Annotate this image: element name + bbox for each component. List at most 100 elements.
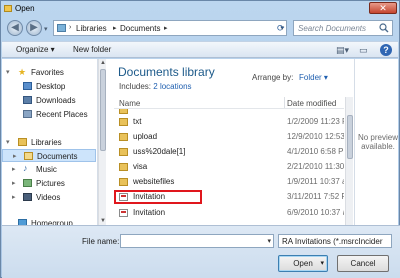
nav-libraries-label: Libraries <box>31 138 62 147</box>
chevron-right-icon[interactable]: ▸ <box>12 165 16 173</box>
folder-icon <box>119 133 128 141</box>
list-item[interactable]: visa 2/21/2010 11:30 <box>114 160 344 174</box>
forward-button[interactable]: ▶ <box>26 20 42 36</box>
nav-favorites[interactable]: ▾ Favorites ★ <box>2 66 96 79</box>
preview-message: No preview available. <box>357 133 398 151</box>
nav-item-videos[interactable]: ▸ Videos <box>2 191 96 204</box>
nav-item-downloads[interactable]: Downloads <box>2 94 96 107</box>
nav-item-label: Videos <box>36 193 61 202</box>
nav-item-music[interactable]: ▸ ♪ Music <box>2 163 96 176</box>
file-date: 3/11/2011 7:52 P <box>287 192 344 201</box>
preview-pane: No preview available. <box>354 59 398 225</box>
includes-label: Includes: <box>119 82 152 91</box>
scroll-up-icon[interactable]: ▲ <box>100 60 106 66</box>
organize-button[interactable]: Organize ▾ <box>16 45 55 54</box>
refresh-icon[interactable]: ⟳ <box>277 23 285 34</box>
column-header: Name Date modified <box>114 97 344 109</box>
document-icon <box>119 209 128 217</box>
recent-places-icon <box>23 110 32 118</box>
list-item[interactable]: websitefiles 1/9/2011 10:37 a <box>114 175 344 189</box>
command-bar: Organize ▾ New folder ▤▾ ▭ ? <box>2 41 398 58</box>
arrange-by-label: Arrange by: <box>252 73 294 82</box>
preview-pane-icon[interactable]: ▭ <box>359 45 368 56</box>
recent-locations-dropdown-icon[interactable]: ▾ <box>44 25 48 33</box>
nav-item-label: Desktop <box>36 82 66 91</box>
chevron-down-icon[interactable]: ▾ <box>6 68 10 76</box>
open-button-label: Open <box>293 259 313 268</box>
view-options-icon[interactable]: ▤▾ <box>336 45 349 56</box>
list-item[interactable]: txt 1/2/2009 11:23 P <box>114 115 344 129</box>
nav-item-documents[interactable]: ▸ Documents <box>2 149 96 162</box>
chevron-right-icon[interactable]: ▸ <box>13 152 17 160</box>
file-date: 12/9/2010 12:53 <box>287 132 344 141</box>
list-item[interactable]: Invitation 6/9/2010 10:37 a <box>114 206 344 220</box>
documents-icon <box>24 152 33 160</box>
search-placeholder: Search Documents <box>298 24 367 33</box>
content-area: ▾ Favorites ★ Desktop Downloads Recent P… <box>2 59 398 228</box>
nav-item-label: Documents <box>37 152 78 161</box>
list-item[interactable]: uss%20dale[1] 4/1/2010 6:58 PI <box>114 145 344 159</box>
arrange-by-dropdown[interactable]: Folder ▾ <box>299 73 328 82</box>
file-date: 4/1/2010 6:58 PI <box>287 147 344 156</box>
chevron-down-icon[interactable]: ▾ <box>6 138 10 146</box>
nav-item-desktop[interactable]: Desktop <box>2 80 96 93</box>
file-type-filter[interactable]: RA Invitations (*.msrcIncider <box>278 234 392 248</box>
file-name: Invitation <box>133 208 166 217</box>
folder-icon <box>119 118 128 126</box>
breadcrumb-libraries[interactable]: Libraries <box>76 24 107 33</box>
videos-icon <box>23 193 32 201</box>
file-type-value: RA Invitations (*.msrcIncider <box>282 237 383 246</box>
cancel-button[interactable]: Cancel <box>337 255 389 272</box>
nav-favorites-label: Favorites <box>31 68 64 77</box>
address-row: ◀ ▶ ▾ › Libraries ▸ Documents ▸ ▾ ⟳ Sear… <box>1 18 400 40</box>
nav-item-label: Pictures <box>36 179 65 188</box>
libraries-icon <box>18 138 27 146</box>
navigation-scrollbar[interactable]: ▲ ▼ <box>98 59 106 225</box>
chevron-right-icon[interactable]: ▸ <box>113 24 117 32</box>
locations-link[interactable]: 2 locations <box>153 82 191 91</box>
chevron-right-icon[interactable]: › <box>69 24 71 31</box>
chevron-right-icon[interactable]: ▸ <box>12 193 16 201</box>
nav-item-pictures[interactable]: ▸ Pictures <box>2 177 96 190</box>
open-dialog: Open ✕ ◀ ▶ ▾ › Libraries ▸ Documents ▸ ▾… <box>0 0 400 278</box>
scrollbar-thumb[interactable] <box>347 115 353 159</box>
file-name: uss%20dale[1] <box>133 147 186 156</box>
chevron-down-icon[interactable]: ▾ <box>267 237 271 245</box>
search-icon <box>379 23 389 33</box>
file-list: txt 1/2/2009 11:23 P upload 12/9/2010 12… <box>114 109 344 225</box>
window-title: Open <box>15 4 35 13</box>
folder-icon <box>4 5 12 12</box>
file-date: 6/9/2010 10:37 a <box>287 208 344 217</box>
file-name: websitefiles <box>133 177 175 186</box>
file-date: 1/9/2011 10:37 a <box>287 177 344 186</box>
date-column-header[interactable]: Date modified <box>287 99 336 108</box>
highlight-annotation <box>114 190 202 204</box>
chevron-right-icon[interactable]: ▸ <box>164 24 168 32</box>
back-button[interactable]: ◀ <box>7 20 23 36</box>
new-folder-button[interactable]: New folder <box>73 45 111 54</box>
downloads-icon <box>23 96 32 104</box>
nav-item-recent-places[interactable]: Recent Places <box>2 108 96 121</box>
address-bar[interactable]: › Libraries ▸ Documents ▸ ▾ <box>53 20 287 36</box>
name-column-header[interactable]: Name <box>119 99 140 108</box>
close-button[interactable]: ✕ <box>369 2 397 14</box>
navigation-pane: ▾ Favorites ★ Desktop Downloads Recent P… <box>2 59 98 228</box>
search-input[interactable]: Search Documents <box>293 20 393 36</box>
chevron-down-icon[interactable]: ▾ <box>320 256 324 271</box>
pictures-icon <box>23 179 32 187</box>
file-list-scrollbar[interactable] <box>345 97 353 225</box>
help-icon[interactable]: ? <box>380 44 392 56</box>
file-name-input[interactable]: ▾ <box>120 234 274 248</box>
list-item[interactable]: Invitation 3/11/2011 7:52 P <box>114 190 344 204</box>
library-includes: Includes: 2 locations <box>119 82 192 91</box>
list-item[interactable]: upload 12/9/2010 12:53 <box>114 130 344 144</box>
open-button[interactable]: Open ▾ <box>278 255 328 272</box>
column-divider[interactable] <box>284 97 285 108</box>
file-date: 2/21/2010 11:30 <box>287 162 344 171</box>
nav-libraries[interactable]: ▾ Libraries <box>2 136 96 149</box>
scroll-down-icon[interactable]: ▼ <box>100 218 106 224</box>
chevron-right-icon[interactable]: ▸ <box>12 179 16 187</box>
nav-item-label: Downloads <box>36 96 76 105</box>
breadcrumb-documents[interactable]: Documents <box>120 24 160 33</box>
scrollbar-thumb[interactable] <box>100 69 106 151</box>
